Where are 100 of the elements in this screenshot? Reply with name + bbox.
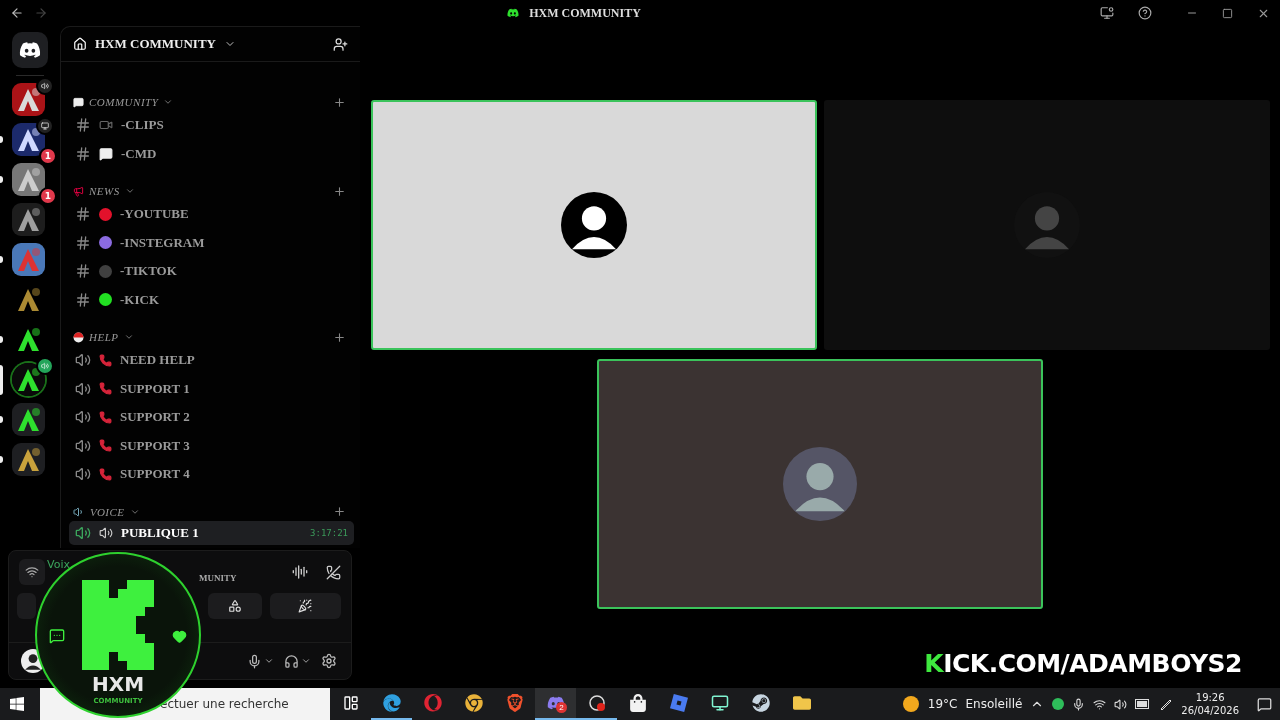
- connection-icon: [19, 559, 45, 585]
- speaker-icon: [99, 525, 113, 540]
- server-icon[interactable]: [12, 163, 45, 196]
- category-name[interactable]: VOICE: [90, 505, 125, 518]
- clock[interactable]: 19:26 26/04/2026: [1181, 691, 1239, 717]
- speaker-icon: [73, 505, 85, 518]
- server-icon[interactable]: [12, 83, 45, 116]
- soundboard-button[interactable]: [269, 593, 341, 619]
- voice-channel-icon: [75, 466, 91, 483]
- channel-item[interactable]: -CLIPS: [69, 111, 354, 140]
- channel-name: -CLIPS: [121, 117, 164, 134]
- invite-icon[interactable]: [333, 36, 348, 52]
- add-channel-icon[interactable]: [333, 330, 346, 344]
- channel-name: -CMD: [121, 145, 157, 162]
- activity-button[interactable]: [207, 593, 262, 619]
- shapes-icon: [227, 599, 242, 613]
- category-name[interactable]: HELP: [89, 331, 119, 343]
- voice-channel-icon: [75, 524, 91, 541]
- volume-icon[interactable]: [1114, 697, 1128, 711]
- channel-item[interactable]: SUPPORT 1: [69, 374, 354, 403]
- video-tile[interactable]: [597, 358, 1043, 609]
- channel-name: SUPPORT 4: [120, 466, 190, 483]
- hash-icon: [75, 206, 91, 223]
- back-icon[interactable]: [10, 6, 24, 20]
- chat-icon: [73, 96, 84, 108]
- category-name[interactable]: NEWS: [89, 185, 120, 197]
- maximize-icon[interactable]: [1222, 7, 1233, 19]
- screen-icon[interactable]: [1100, 6, 1114, 20]
- server-logo-icon: [507, 7, 520, 19]
- notifications-icon[interactable]: [1257, 696, 1272, 712]
- mic-icon[interactable]: [1072, 697, 1086, 711]
- window-title: HXM COMMUNITY: [529, 5, 641, 21]
- mic-icon: [247, 653, 262, 669]
- channel-name: SUPPORT 2: [120, 409, 190, 426]
- voice-channel-icon: [75, 380, 91, 397]
- steam-icon: [751, 694, 770, 712]
- add-channel-icon[interactable]: [333, 505, 346, 518]
- home-button[interactable]: [12, 32, 48, 68]
- hash-icon: [75, 234, 91, 251]
- chevron-icon[interactable]: [123, 332, 134, 342]
- opera-icon: [423, 694, 442, 712]
- server-icon[interactable]: [12, 443, 45, 476]
- settings-button[interactable]: [319, 651, 339, 671]
- add-channel-icon[interactable]: [333, 95, 346, 109]
- ball-icon: [73, 331, 84, 343]
- add-channel-icon[interactable]: [333, 184, 346, 198]
- folder-icon: [792, 694, 811, 712]
- channel-item[interactable]: -YOUTUBE: [69, 200, 354, 229]
- call-timer: 3:17:21: [310, 527, 348, 538]
- server-icon[interactable]: [12, 203, 45, 236]
- sun-icon: [901, 695, 920, 713]
- store-icon: [628, 694, 647, 712]
- home-icon: [73, 37, 87, 51]
- settings-icon: [321, 653, 337, 669]
- channel-name: -INSTEGRAM: [120, 234, 205, 251]
- phone-icon: [99, 439, 112, 453]
- mention-badge: 1: [39, 147, 57, 165]
- server-icon[interactable]: [12, 363, 45, 396]
- phone-icon: [99, 353, 112, 367]
- phone-icon: [99, 382, 112, 396]
- wifi-icon[interactable]: [1093, 697, 1107, 711]
- chevron-icon[interactable]: [124, 186, 135, 196]
- channel-item[interactable]: -TIKTOK: [69, 257, 354, 286]
- taskbar-app[interactable]: 2: [535, 688, 576, 720]
- server-name[interactable]: HXM COMMUNITY: [95, 36, 216, 52]
- help-icon[interactable]: [1138, 6, 1152, 20]
- brave-icon: [505, 694, 524, 712]
- battery-icon[interactable]: [1135, 699, 1152, 709]
- video-tile[interactable]: [823, 99, 1270, 350]
- caret-icon: [264, 656, 274, 666]
- channel-name: -TIKTOK: [120, 263, 177, 280]
- hash-icon: [75, 145, 91, 162]
- server-icon[interactable]: [12, 123, 45, 156]
- record-icon: [587, 694, 606, 712]
- notification-badge: 2: [556, 702, 567, 713]
- phone-icon: [99, 410, 112, 424]
- hash-icon: [75, 117, 91, 134]
- channel-item[interactable]: PUBLIQUE 1 3:17:21: [69, 520, 354, 545]
- channel-name: PUBLIQUE 1: [121, 524, 199, 541]
- channel-name: NEED HELP: [120, 352, 195, 369]
- pen-icon[interactable]: [1159, 697, 1174, 711]
- channel-item[interactable]: -INSTEGRAM: [69, 228, 354, 257]
- channel-item[interactable]: -KICK: [69, 285, 354, 314]
- category-name[interactable]: COMMUNITY: [89, 96, 159, 108]
- hang-up-icon[interactable]: [326, 564, 341, 580]
- voice-status: Voix: [47, 557, 70, 571]
- channel-item[interactable]: -CMD: [69, 139, 354, 168]
- sound-wave-icon[interactable]: [292, 564, 308, 580]
- windows-icon: [9, 696, 25, 712]
- temperature: 19°C: [927, 697, 958, 711]
- weather-condition: Ensoleillé: [965, 697, 1023, 711]
- channel-item[interactable]: NEED HELP: [69, 346, 354, 375]
- chevron-icon[interactable]: [163, 97, 174, 107]
- status-icon: [1052, 698, 1065, 710]
- roblox-icon: [669, 694, 688, 712]
- video-tile[interactable]: [370, 99, 817, 350]
- channel-item[interactable]: SUPPORT 4: [69, 460, 354, 489]
- channel-item[interactable]: SUPPORT 3: [69, 431, 354, 460]
- channel-item[interactable]: SUPPORT 2: [69, 403, 354, 432]
- server-icon[interactable]: [12, 403, 45, 436]
